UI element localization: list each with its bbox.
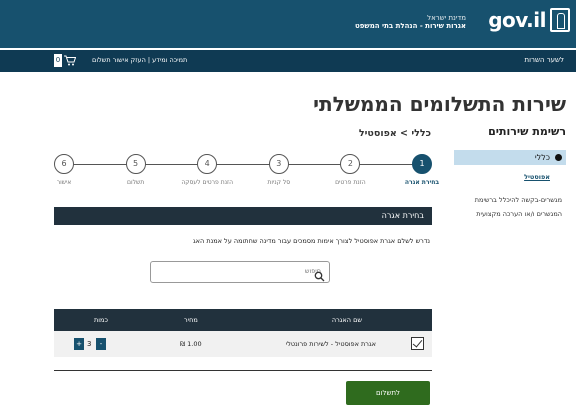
ministry-line2: אגרות שירות - הנהלת בתי המשפט: [355, 22, 466, 30]
search-icon: [314, 267, 325, 282]
instructions-text: נדרש לשלם אגרת אפוסטיל לצורך אימות מסמכי…: [193, 237, 430, 245]
step-label: הזנת פרטים: [335, 179, 366, 186]
qty-decrease-button[interactable]: -: [96, 338, 106, 350]
search-box[interactable]: [150, 261, 330, 283]
row-fee-name: אגרת אפוסטיל - לשירות פרונטלי: [285, 340, 376, 348]
step-6: 6 אישור: [29, 154, 99, 186]
gov-logo[interactable]: gov.il: [488, 8, 570, 32]
sub-navbar: לשער השרות תמיכה ומידע | העזק אישור תשלו…: [0, 50, 576, 72]
column-header-price: מחיר: [184, 316, 198, 324]
step-circle: 6: [54, 154, 74, 174]
step-5: 5 תשלום: [101, 154, 171, 186]
page-title: שירות התשלומים הממשלתי: [313, 92, 566, 116]
search-input[interactable]: [201, 267, 321, 275]
pay-button[interactable]: לתשלום: [346, 381, 430, 405]
cart-count-badge[interactable]: 0: [54, 54, 62, 67]
row-checkbox[interactable]: [411, 337, 424, 350]
section-header: בחירת אגרה: [54, 207, 432, 225]
top-header: gov.il מדינת ישראל אגרות שירות - הנהלת ב…: [0, 0, 576, 48]
step-label: סל קניות: [267, 179, 291, 186]
column-header-name: שם האגרה: [331, 316, 362, 324]
ministry-title: מדינת ישראל אגרות שירות - הנהלת בתי המשפ…: [355, 14, 466, 30]
help-link[interactable]: תמיכה ומידע | העזק אישור תשלום: [92, 56, 187, 64]
sidebar-item-label: כללי: [534, 153, 550, 162]
sidebar-item-mediators[interactable]: מגשרים-בקשה להיכלל ברשימת המגשרים ו/או ה…: [454, 193, 566, 221]
cart-icon[interactable]: [64, 55, 77, 66]
step-label: בחירת אגרה: [404, 179, 440, 186]
ministry-line1: מדינת ישראל: [427, 14, 466, 22]
progress-steps: 6 אישור 5 תשלום 4 הזנת פרטים לעסקה 3 סל …: [54, 154, 439, 194]
fees-table-header: שם האגרה מחיר כמות: [54, 309, 432, 331]
step-3: 3 סל קניות: [244, 154, 314, 186]
bullet-icon: [555, 154, 562, 161]
step-1: 1 בחירת אגרה: [387, 154, 457, 186]
row-price: ₪ 1.00: [180, 340, 202, 348]
step-circle: 2: [340, 154, 361, 174]
services-sidebar: רשימת שירותים כללי אפוסטיל מגשרים-בקשה ל…: [454, 125, 566, 221]
divider: [54, 370, 432, 371]
step-label: הזנת פרטים לעסקה: [181, 179, 234, 186]
column-header-qty: כמות: [94, 316, 108, 324]
breadcrumb: כללי > אפוסטיל: [358, 128, 431, 139]
step-label: אישור: [56, 179, 72, 186]
state-emblem-icon: [550, 8, 570, 32]
step-4: 4 הזנת פרטים לעסקה: [172, 154, 242, 186]
sidebar-item-general[interactable]: כללי: [454, 150, 566, 165]
step-circle: 4: [197, 154, 218, 174]
qty-value[interactable]: 3: [87, 340, 91, 348]
back-to-gateway-link[interactable]: לשער השרות: [525, 56, 565, 64]
step-label: תשלום: [126, 179, 145, 186]
table-row: אגרת אפוסטיל - לשירות פרונטלי ₪ 1.00 + 3…: [54, 331, 432, 357]
qty-increase-button[interactable]: +: [74, 338, 84, 350]
step-circle: 5: [125, 154, 146, 174]
logo-text: gov.il: [488, 8, 546, 32]
sidebar-item-apostille[interactable]: אפוסטיל: [454, 173, 566, 181]
sidebar-title: רשימת שירותים: [488, 125, 566, 138]
step-2: 2 הזנת פרטים: [315, 154, 385, 186]
step-circle: 3: [268, 154, 289, 174]
step-circle: 1: [412, 154, 432, 174]
